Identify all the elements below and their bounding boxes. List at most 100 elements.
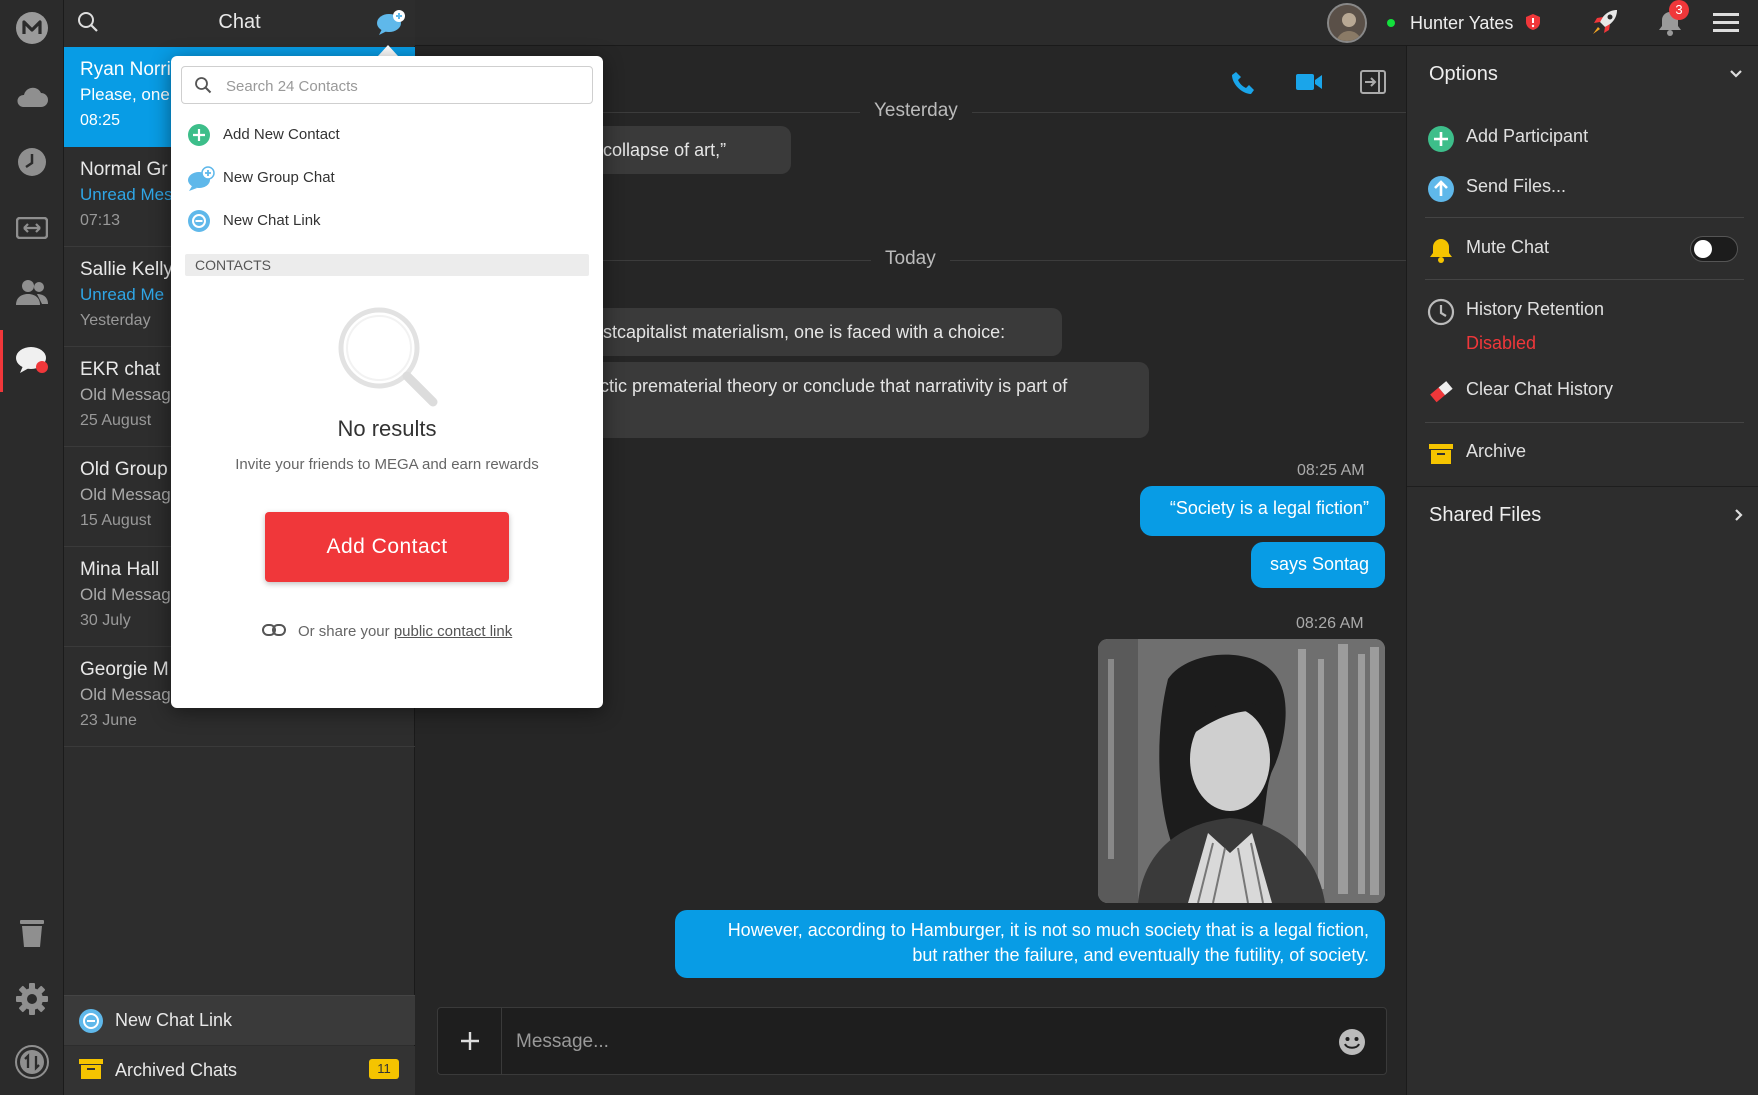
new-chat-link-row[interactable]: New Chat Link — [64, 995, 415, 1045]
options-title: Options — [1429, 63, 1498, 85]
outgoing-message-text: “Society is a legal fiction” — [1169, 498, 1369, 518]
archive-option[interactable]: Archive — [1407, 428, 1758, 478]
magnifier-illustration-icon — [335, 304, 439, 413]
mega-logo-icon[interactable] — [12, 8, 52, 48]
conversation-time: Yesterday — [80, 312, 151, 329]
message-input[interactable] — [516, 1030, 1296, 1054]
archive-box-icon — [1427, 440, 1455, 468]
video-call-icon[interactable] — [1295, 72, 1323, 97]
contacts-section-header: CONTACTS — [185, 254, 589, 276]
history-retention-label: History Retention — [1466, 299, 1605, 319]
options-header[interactable]: Options — [1407, 46, 1758, 100]
contacts-icon[interactable] — [12, 272, 52, 312]
chevron-right-icon — [1733, 508, 1745, 527]
new-group-chat-item[interactable]: New Group Chat — [181, 157, 593, 199]
new-chat-link-item[interactable]: New Chat Link — [181, 200, 593, 242]
add-new-contact-label: Add New Contact — [223, 126, 340, 143]
history-retention-option[interactable]: History Retention Disabled — [1407, 286, 1758, 358]
divider — [1425, 279, 1744, 280]
shared-files-row[interactable]: Shared Files — [1407, 487, 1758, 543]
security-shield-icon[interactable] — [1525, 13, 1541, 36]
popup-caret — [378, 45, 398, 56]
notification-count-badge: 3 — [1669, 0, 1689, 20]
outgoing-message[interactable]: However, according to Hamburger, it is n… — [675, 910, 1385, 978]
conversation-name: Georgie M — [80, 659, 169, 680]
outgoing-message-text: but rather the failure, and eventually t… — [912, 945, 1369, 965]
eraser-icon — [1427, 378, 1455, 406]
add-participant-icon — [1427, 125, 1455, 153]
upload-icon — [1427, 175, 1455, 203]
divider — [1425, 422, 1744, 423]
new-chat-link-label: New Chat Link — [223, 212, 321, 229]
public-contact-link[interactable]: public contact link — [394, 623, 512, 640]
conversation-name: EKR chat — [80, 359, 161, 380]
bell-icon — [1427, 236, 1455, 264]
chat-icon[interactable] — [12, 340, 52, 380]
conversation-time: 23 June — [80, 712, 137, 729]
conversation-preview: Unread Me — [80, 285, 165, 304]
app-sidebar — [0, 0, 64, 1095]
divider — [1425, 217, 1744, 218]
archive-label: Archive — [1466, 441, 1527, 461]
emoji-icon[interactable] — [1338, 1028, 1366, 1061]
archived-chats-row[interactable]: Archived Chats 11 — [64, 1046, 415, 1095]
new-group-chat-label: New Group Chat — [223, 169, 335, 186]
photo-attachment[interactable] — [1098, 639, 1385, 903]
rocket-icon[interactable] — [1590, 7, 1620, 42]
outgoing-message-text: says Sontag — [1269, 554, 1369, 574]
date-separator-today: Today — [871, 248, 950, 270]
add-contact-button[interactable]: Add Contact — [265, 512, 509, 582]
outgoing-message[interactable]: says Sontag — [1251, 542, 1385, 588]
chat-link-icon — [187, 209, 213, 235]
rubbish-bin-icon[interactable] — [12, 913, 52, 953]
invite-text: Invite your friends to MEGA and earn rew… — [235, 456, 539, 473]
contact-search-input[interactable] — [226, 76, 576, 96]
shared-files-label: Shared Files — [1429, 504, 1542, 526]
incoming-message-text: ectic prematerial theory or conclude tha… — [590, 376, 1068, 396]
clock-icon — [1427, 298, 1455, 326]
conversation-name: Old Group — [80, 459, 168, 480]
mute-chat-label: Mute Chat — [1466, 237, 1550, 257]
top-bar: Hunter Yates 3 — [415, 0, 1758, 46]
conversation-preview: Old Messag — [80, 685, 171, 704]
main-menu-icon[interactable] — [1713, 12, 1739, 39]
chat-list-header: Chat — [64, 0, 415, 46]
history-retention-value: Disabled — [1466, 333, 1537, 353]
plus-icon — [460, 1032, 479, 1050]
cloud-drive-icon[interactable] — [12, 76, 52, 116]
send-files-option[interactable]: Send Files... — [1407, 163, 1758, 213]
outgoing-message[interactable]: “Society is a legal fiction” — [1140, 486, 1385, 536]
avatar[interactable] — [1327, 3, 1367, 43]
conversation-time: 15 August — [80, 512, 152, 529]
mute-chat-toggle[interactable] — [1690, 236, 1738, 262]
options-panel: Options Add Participant Send Files... Mu… — [1406, 46, 1758, 1095]
add-new-contact-item[interactable]: Add New Contact — [181, 114, 593, 156]
search-icon — [194, 76, 212, 99]
no-results-title: No results — [337, 416, 437, 441]
conversation-time: 30 July — [80, 612, 131, 629]
conversation-preview: Old Messag — [80, 585, 171, 604]
settings-gear-icon[interactable] — [12, 979, 52, 1019]
add-participant-option[interactable]: Add Participant — [1407, 113, 1758, 163]
chat-title: Chat — [218, 11, 261, 33]
add-attachment-button[interactable] — [438, 1008, 502, 1074]
add-participant-label: Add Participant — [1466, 126, 1589, 146]
recents-clock-icon[interactable] — [12, 142, 52, 182]
share-prefix: Or share your — [297, 623, 390, 640]
archived-count-badge: 11 — [369, 1059, 399, 1079]
user-name[interactable]: Hunter Yates — [1410, 13, 1513, 34]
conversation-name: Ryan Norri — [80, 59, 171, 80]
message-timestamp: 08:26 AM — [1296, 615, 1364, 632]
transfer-manager-icon[interactable] — [12, 1042, 52, 1082]
group-chat-icon — [187, 166, 215, 192]
audio-call-icon[interactable] — [1230, 70, 1256, 101]
new-chat-link-label: New Chat Link — [115, 1010, 233, 1030]
clear-history-option[interactable]: Clear Chat History — [1407, 366, 1758, 416]
transfers-icon[interactable] — [12, 208, 52, 248]
date-separator-yesterday: Yesterday — [860, 100, 972, 122]
toggle-sidebar-icon[interactable] — [1360, 70, 1386, 99]
toggle-knob — [1694, 240, 1712, 258]
new-chat-icon[interactable] — [376, 8, 406, 43]
contact-search-box — [181, 66, 593, 104]
conversation-preview: Old Messag — [80, 385, 171, 404]
